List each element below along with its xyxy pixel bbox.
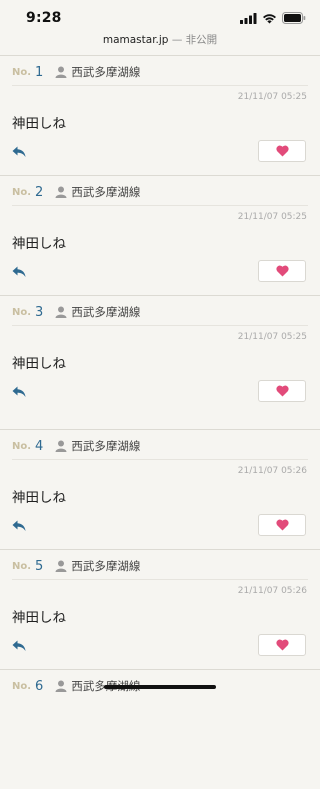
heart-icon: [275, 265, 289, 277]
post-header: No. 4 西武多摩湖線: [12, 437, 140, 455]
post-author: 西武多摩湖線: [71, 305, 141, 319]
post-item: No. 1 西武多摩湖線 21/11/07 05:25 神田しね: [0, 55, 320, 175]
person-icon: [55, 66, 67, 78]
post-number[interactable]: 5: [35, 559, 43, 574]
post-body: 神田しね: [12, 236, 66, 252]
divider: [12, 579, 308, 580]
reply-arrow-icon[interactable]: [12, 520, 26, 532]
post-body: 神田しね: [12, 610, 66, 626]
post-item: No. 2 西武多摩湖線 21/11/07 05:25 神田しね: [0, 175, 320, 295]
like-button[interactable]: [258, 634, 306, 656]
divider: [12, 459, 308, 460]
post-date: 21/11/07 05:26: [237, 586, 307, 596]
post-number[interactable]: 4: [35, 439, 43, 454]
reply-arrow-icon[interactable]: [12, 266, 26, 278]
post-author: 西武多摩湖線: [71, 185, 141, 199]
post-body: 神田しね: [12, 490, 66, 506]
post-body: 神田しね: [12, 116, 66, 132]
post-header: No. 5 西武多摩湖線: [12, 557, 140, 575]
person-icon: [55, 440, 67, 452]
post-number[interactable]: 3: [35, 305, 43, 320]
heart-icon: [275, 639, 289, 651]
status-bar: 9:28: [0, 0, 320, 32]
post-item: No. 3 西武多摩湖線 21/11/07 05:25 神田しね: [0, 295, 320, 415]
post-author: 西武多摩湖線: [71, 439, 141, 453]
url-domain: mamastar.jp: [102, 34, 169, 46]
person-icon: [55, 306, 67, 318]
heart-icon: [275, 519, 289, 531]
post-number[interactable]: 1: [35, 65, 43, 80]
like-button[interactable]: [258, 380, 306, 402]
post-header: No. 1 西武多摩湖線: [12, 63, 140, 81]
post-number[interactable]: 6: [35, 679, 43, 694]
post-no-label: No.: [12, 186, 32, 198]
divider: [12, 325, 308, 326]
battery-icon: [282, 12, 306, 24]
person-icon: [55, 560, 67, 572]
post-date: 21/11/07 05:25: [237, 212, 307, 222]
status-time: 9:28: [26, 10, 62, 26]
post-author: 西武多摩湖線: [71, 559, 141, 573]
post-header: No. 2 西武多摩湖線: [12, 183, 140, 201]
post-no-label: No.: [12, 560, 32, 572]
divider: [12, 205, 308, 206]
home-indicator[interactable]: [104, 685, 216, 689]
person-icon: [55, 186, 67, 198]
post-item: No. 4 西武多摩湖線 21/11/07 05:26 神田しね: [0, 429, 320, 549]
post-no-label: No.: [12, 66, 32, 78]
post-body: 神田しね: [12, 356, 66, 372]
person-icon: [55, 680, 67, 692]
like-button[interactable]: [258, 514, 306, 536]
status-icons: [240, 11, 306, 25]
post-no-label: No.: [12, 680, 32, 692]
heart-icon: [275, 145, 289, 157]
reply-arrow-icon[interactable]: [12, 386, 26, 398]
url-separator: —: [171, 34, 183, 46]
divider: [12, 85, 308, 86]
url-private-label: 非公開: [185, 34, 218, 46]
like-button[interactable]: [258, 260, 306, 282]
post-item: No. 5 西武多摩湖線 21/11/07 05:26 神田しね: [0, 549, 320, 669]
heart-icon: [275, 385, 289, 397]
post-header: No. 3 西武多摩湖線: [12, 303, 140, 321]
reply-arrow-icon[interactable]: [12, 640, 26, 652]
post-date: 21/11/07 05:25: [237, 332, 307, 342]
like-button[interactable]: [258, 140, 306, 162]
signal-icon: [240, 12, 257, 24]
browser-url-bar[interactable]: mamastar.jp — 非公開: [0, 32, 320, 52]
post-no-label: No.: [12, 306, 32, 318]
post-date: 21/11/07 05:25: [237, 92, 307, 102]
post-number[interactable]: 2: [35, 185, 43, 200]
wifi-icon: [263, 13, 276, 23]
reply-arrow-icon[interactable]: [12, 146, 26, 158]
post-author: 西武多摩湖線: [71, 65, 141, 79]
post-no-label: No.: [12, 440, 32, 452]
post-list: No. 1 西武多摩湖線 21/11/07 05:25 神田しね No. 2 西…: [0, 55, 320, 789]
post-date: 21/11/07 05:26: [237, 466, 307, 476]
